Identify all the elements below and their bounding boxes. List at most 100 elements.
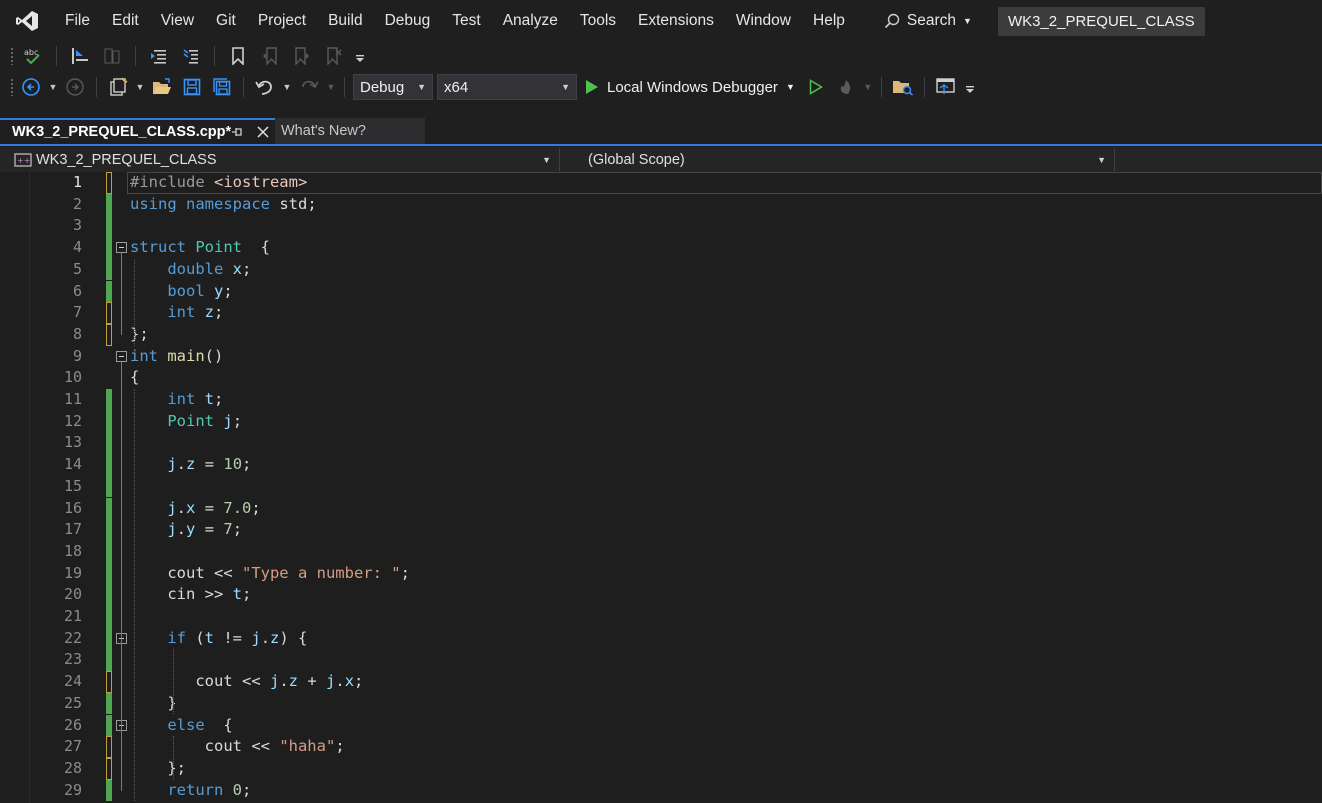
code-line[interactable]: 13 bbox=[0, 432, 1322, 455]
code-line[interactable]: 11 int t; bbox=[0, 389, 1322, 411]
code-text[interactable]: { bbox=[130, 367, 139, 389]
toolbar-grip[interactable] bbox=[10, 78, 14, 96]
collapse-region-icon[interactable] bbox=[116, 350, 127, 362]
code-line[interactable]: 17 j.y = 7; bbox=[0, 519, 1322, 541]
code-text[interactable]: return 0; bbox=[130, 780, 251, 802]
code-text[interactable]: #include <iostream> bbox=[130, 172, 307, 194]
code-text[interactable]: j.z = 10; bbox=[130, 454, 251, 476]
project-dropdown[interactable]: ++ WK3_2_PREQUEL_CLASS ▼ bbox=[0, 148, 560, 171]
solution-name-badge[interactable]: WK3_2_PREQUEL_CLASS bbox=[997, 6, 1205, 36]
code-line[interactable]: 18 bbox=[0, 540, 1322, 563]
code-line[interactable]: 29 return 0; bbox=[0, 779, 1322, 802]
menu-build[interactable]: Build bbox=[317, 0, 373, 42]
redo-dropdown-icon[interactable]: ▼ bbox=[326, 82, 336, 92]
code-text[interactable]: cin >> t; bbox=[130, 584, 251, 606]
code-line[interactable]: 22 if (t != j.z) { bbox=[0, 627, 1322, 650]
next-bookmark-icon[interactable] bbox=[289, 44, 315, 68]
code-line[interactable]: 3 bbox=[0, 215, 1322, 238]
code-text[interactable]: double x; bbox=[130, 259, 251, 281]
code-text[interactable]: Point j; bbox=[130, 411, 242, 433]
open-file-icon[interactable] bbox=[149, 75, 175, 99]
search-box[interactable]: Search ▼ bbox=[874, 12, 982, 30]
code-line[interactable]: 14 j.z = 10; bbox=[0, 454, 1322, 476]
parameter-info-icon[interactable] bbox=[99, 44, 125, 68]
code-text[interactable]: if (t != j.z) { bbox=[130, 628, 307, 650]
menu-extensions[interactable]: Extensions bbox=[627, 0, 725, 42]
toolbar-overflow-icon[interactable] bbox=[963, 75, 977, 99]
code-text[interactable]: int t; bbox=[130, 389, 223, 411]
code-text[interactable]: int z; bbox=[130, 302, 223, 324]
code-text[interactable]: cout << j.z + j.x; bbox=[130, 671, 363, 693]
code-line[interactable]: 15 bbox=[0, 475, 1322, 498]
code-line[interactable]: 16 j.x = 7.0; bbox=[0, 497, 1322, 520]
save-icon[interactable] bbox=[179, 75, 205, 99]
menu-window[interactable]: Window bbox=[725, 0, 802, 42]
toolbar-grip[interactable] bbox=[10, 47, 14, 65]
code-text[interactable]: }; bbox=[130, 758, 186, 780]
collapse-region-icon[interactable] bbox=[116, 242, 127, 254]
save-all-icon[interactable] bbox=[209, 75, 235, 99]
redo-icon[interactable] bbox=[296, 75, 322, 99]
menu-project[interactable]: Project bbox=[247, 0, 317, 42]
code-text[interactable]: using namespace std; bbox=[130, 194, 317, 216]
code-line[interactable]: 5 double x; bbox=[0, 258, 1322, 281]
code-line[interactable]: 28 }; bbox=[0, 757, 1322, 780]
quick-info-icon[interactable] bbox=[67, 44, 93, 68]
code-line[interactable]: 9 int main() bbox=[0, 346, 1322, 368]
code-line[interactable]: 24 cout << j.z + j.x; bbox=[0, 671, 1322, 693]
start-without-debugging-icon[interactable] bbox=[803, 75, 829, 99]
browse-folder-icon[interactable] bbox=[890, 75, 916, 99]
tab-wk3-2-prequel-class-cpp[interactable]: WK3_2_PREQUEL_CLASS.cpp* bbox=[0, 118, 275, 144]
code-text[interactable]: cout << "Type a number: "; bbox=[130, 563, 410, 585]
code-text[interactable]: j.y = 7; bbox=[130, 519, 242, 541]
code-line[interactable]: 25 } bbox=[0, 692, 1322, 715]
solution-platform-select[interactable]: x64 ▼ bbox=[437, 74, 577, 100]
menu-git[interactable]: Git bbox=[205, 0, 247, 42]
undo-dropdown-icon[interactable]: ▼ bbox=[282, 82, 292, 92]
navigate-back-icon[interactable] bbox=[18, 75, 44, 99]
code-line[interactable]: 12 Point j; bbox=[0, 410, 1322, 433]
code-line[interactable]: 23 bbox=[0, 649, 1322, 672]
new-project-icon[interactable] bbox=[105, 75, 131, 99]
visual-studio-logo-icon[interactable] bbox=[0, 0, 54, 42]
code-text[interactable]: } bbox=[130, 693, 176, 715]
code-text[interactable]: bool y; bbox=[130, 281, 232, 303]
code-text[interactable]: }; bbox=[130, 324, 149, 346]
close-icon[interactable] bbox=[257, 126, 269, 138]
new-project-dropdown-icon[interactable]: ▼ bbox=[135, 82, 145, 92]
undo-icon[interactable] bbox=[252, 75, 278, 99]
code-text[interactable]: else { bbox=[130, 715, 232, 737]
menu-tools[interactable]: Tools bbox=[569, 0, 627, 42]
solution-configuration-select[interactable]: Debug ▼ bbox=[353, 74, 433, 100]
scope-dropdown[interactable]: (Global Scope) ▼ bbox=[560, 148, 1115, 171]
uncomment-lines-icon[interactable] bbox=[178, 44, 204, 68]
comment-lines-icon[interactable] bbox=[146, 44, 172, 68]
code-text[interactable]: cout << "haha"; bbox=[130, 736, 345, 758]
code-line[interactable]: 10 { bbox=[0, 367, 1322, 389]
menu-help[interactable]: Help bbox=[802, 0, 856, 42]
code-line[interactable]: 21 bbox=[0, 606, 1322, 628]
menu-debug[interactable]: Debug bbox=[374, 0, 442, 42]
window-layout-icon[interactable] bbox=[933, 75, 959, 99]
code-line[interactable]: 19 cout << "Type a number: "; bbox=[0, 562, 1322, 585]
toolbar-overflow-icon[interactable] bbox=[353, 44, 367, 68]
menu-view[interactable]: View bbox=[150, 0, 205, 42]
code-text[interactable]: int main() bbox=[130, 346, 223, 368]
code-line[interactable]: 26 else { bbox=[0, 714, 1322, 737]
code-line[interactable]: 27 cout << "haha"; bbox=[0, 736, 1322, 758]
navigate-forward-icon[interactable] bbox=[62, 75, 88, 99]
code-line[interactable]: 4 struct Point { bbox=[0, 237, 1322, 259]
code-line[interactable]: 6 bool y; bbox=[0, 280, 1322, 303]
spell-check-icon[interactable]: abc bbox=[20, 44, 46, 68]
hot-reload-dropdown-icon[interactable]: ▼ bbox=[863, 82, 873, 92]
code-line[interactable]: 1 #include <iostream> bbox=[0, 172, 1322, 194]
menu-file[interactable]: File bbox=[54, 0, 101, 42]
start-debugging-button[interactable]: Local Windows Debugger ▼ bbox=[581, 79, 799, 96]
tab-whats-new[interactable]: What's New? bbox=[275, 118, 425, 144]
pin-icon[interactable] bbox=[231, 126, 243, 138]
menu-edit[interactable]: Edit bbox=[101, 0, 150, 42]
previous-bookmark-icon[interactable] bbox=[257, 44, 283, 68]
code-text[interactable]: j.x = 7.0; bbox=[130, 498, 260, 520]
code-editor[interactable]: 1 #include <iostream> 2 using namespace std… bbox=[0, 172, 1322, 803]
menu-analyze[interactable]: Analyze bbox=[492, 0, 569, 42]
